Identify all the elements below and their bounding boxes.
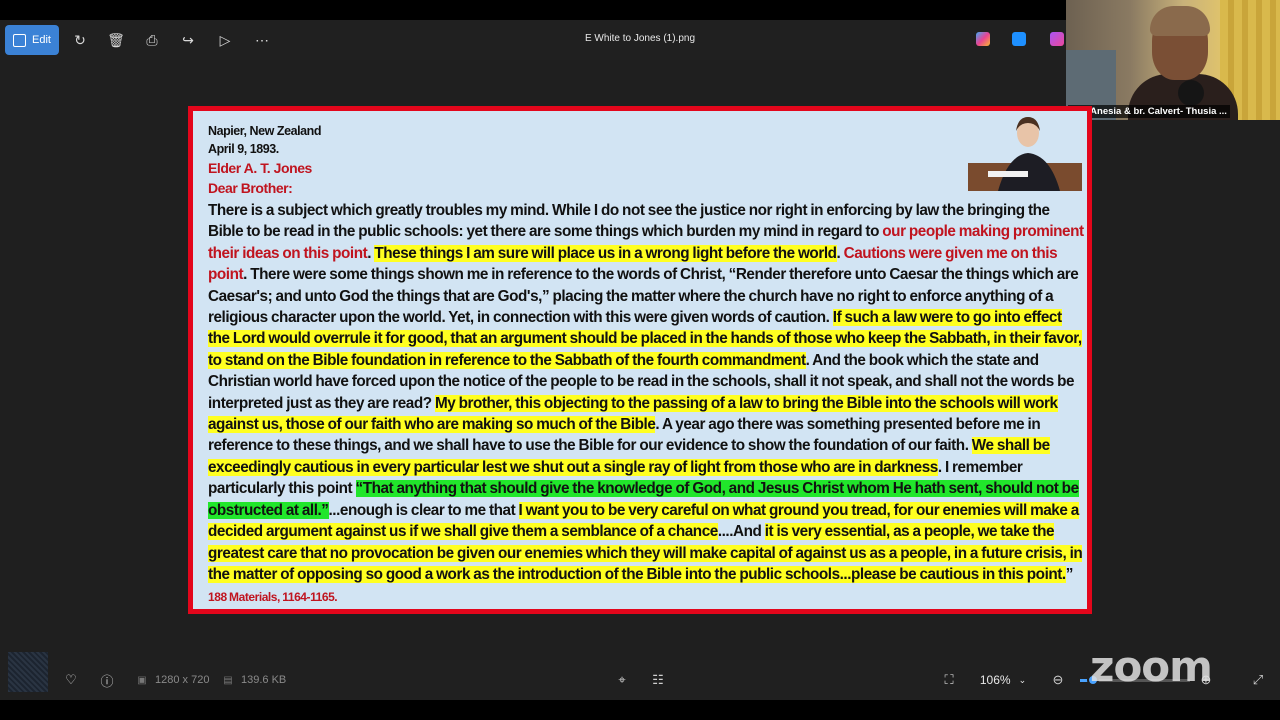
participant-name: Sis. Anesia & br. Calvert- Thusia ... bbox=[1068, 105, 1230, 118]
file-size: 139.6 KB bbox=[241, 674, 287, 686]
letter-date: April 9, 1893. bbox=[208, 142, 279, 156]
info-icon[interactable]: ⓘ bbox=[99, 672, 115, 689]
bottom-letterbox bbox=[0, 700, 1280, 720]
letter-text: Napier, New Zealand April 9, 1893. Elder… bbox=[208, 122, 1086, 609]
viewer-toolbar: Edit ↻ 🗑 ⎙ ↪ ▷ ⋯ E White to Jones (1).pn… bbox=[0, 20, 1066, 60]
zoom-level: 106% bbox=[979, 673, 1011, 687]
letter-passage: ....And bbox=[717, 523, 765, 541]
copilot-icon[interactable] bbox=[976, 32, 990, 46]
letter-salutation: Dear Brother: bbox=[208, 180, 293, 196]
clipchamp-icon[interactable] bbox=[1012, 32, 1026, 46]
photos-viewer-window: Edit ↻ 🗑 ⎙ ↪ ▷ ⋯ E White to Jones (1).pn… bbox=[0, 0, 1280, 720]
share-icon[interactable]: ↪ bbox=[178, 30, 198, 50]
edit-label: Edit bbox=[32, 34, 51, 46]
designer-icon[interactable] bbox=[1050, 32, 1064, 46]
zoom-watermark: zoom bbox=[1090, 642, 1213, 691]
edit-button[interactable]: Edit bbox=[5, 25, 59, 55]
fullscreen-icon[interactable]: ⤢ bbox=[1250, 672, 1266, 688]
zoom-level-select[interactable]: 106% ⌄ bbox=[968, 668, 1038, 692]
microphone bbox=[1178, 80, 1204, 106]
slideshow-icon[interactable]: ▷ bbox=[215, 30, 235, 50]
dimensions-icon: ▣ bbox=[137, 674, 147, 686]
favorite-icon[interactable]: ♡ bbox=[63, 672, 79, 688]
head-wrap bbox=[1150, 6, 1210, 36]
letter-place: Napier, New Zealand bbox=[208, 124, 322, 138]
letter-image: Napier, New Zealand April 9, 1893. Elder… bbox=[188, 106, 1092, 614]
letter-passage: ” bbox=[1065, 565, 1074, 583]
letter-passage: . bbox=[836, 244, 844, 262]
visual-search-icon[interactable]: ⌖ bbox=[614, 672, 630, 688]
chevron-down-icon: ⌄ bbox=[1018, 674, 1027, 685]
delete-icon[interactable]: 🗑 bbox=[106, 30, 126, 50]
text-scan-icon[interactable]: ☷ bbox=[650, 672, 666, 688]
viewer-status-bar: ♡ ⓘ ▣ 1280 x 720 ▤ 139.6 KB ⌖ ☷ ⛶ 106% ⌄… bbox=[0, 652, 1280, 700]
zoom-out-icon[interactable]: ⊖ bbox=[1050, 672, 1066, 688]
edit-icon bbox=[13, 33, 27, 47]
letter-passage: ...enough is clear to me that bbox=[328, 501, 519, 519]
source-reference: 188 Materials, 1164-1165. bbox=[208, 590, 338, 605]
rotate-icon[interactable]: ↻ bbox=[70, 30, 90, 50]
letter-body: There is a subject which greatly trouble… bbox=[208, 200, 1086, 609]
image-dimensions: 1280 x 720 bbox=[155, 674, 210, 686]
highlighted-passage-yellow: These things I am sure will place us in … bbox=[374, 244, 837, 262]
more-icon[interactable]: ⋯ bbox=[252, 30, 272, 50]
print-icon[interactable]: ⎙ bbox=[142, 30, 162, 50]
filmstrip-thumbnail[interactable] bbox=[8, 652, 48, 692]
filesize-icon: ▤ bbox=[223, 674, 233, 686]
participant-video-tile[interactable]: Sis. Anesia & br. Calvert- Thusia ... bbox=[1066, 0, 1280, 120]
fit-to-window-icon[interactable]: ⛶ bbox=[941, 672, 957, 688]
file-title: E White to Jones (1).png bbox=[584, 33, 696, 44]
letter-recipient: Elder A. T. Jones bbox=[208, 160, 312, 176]
